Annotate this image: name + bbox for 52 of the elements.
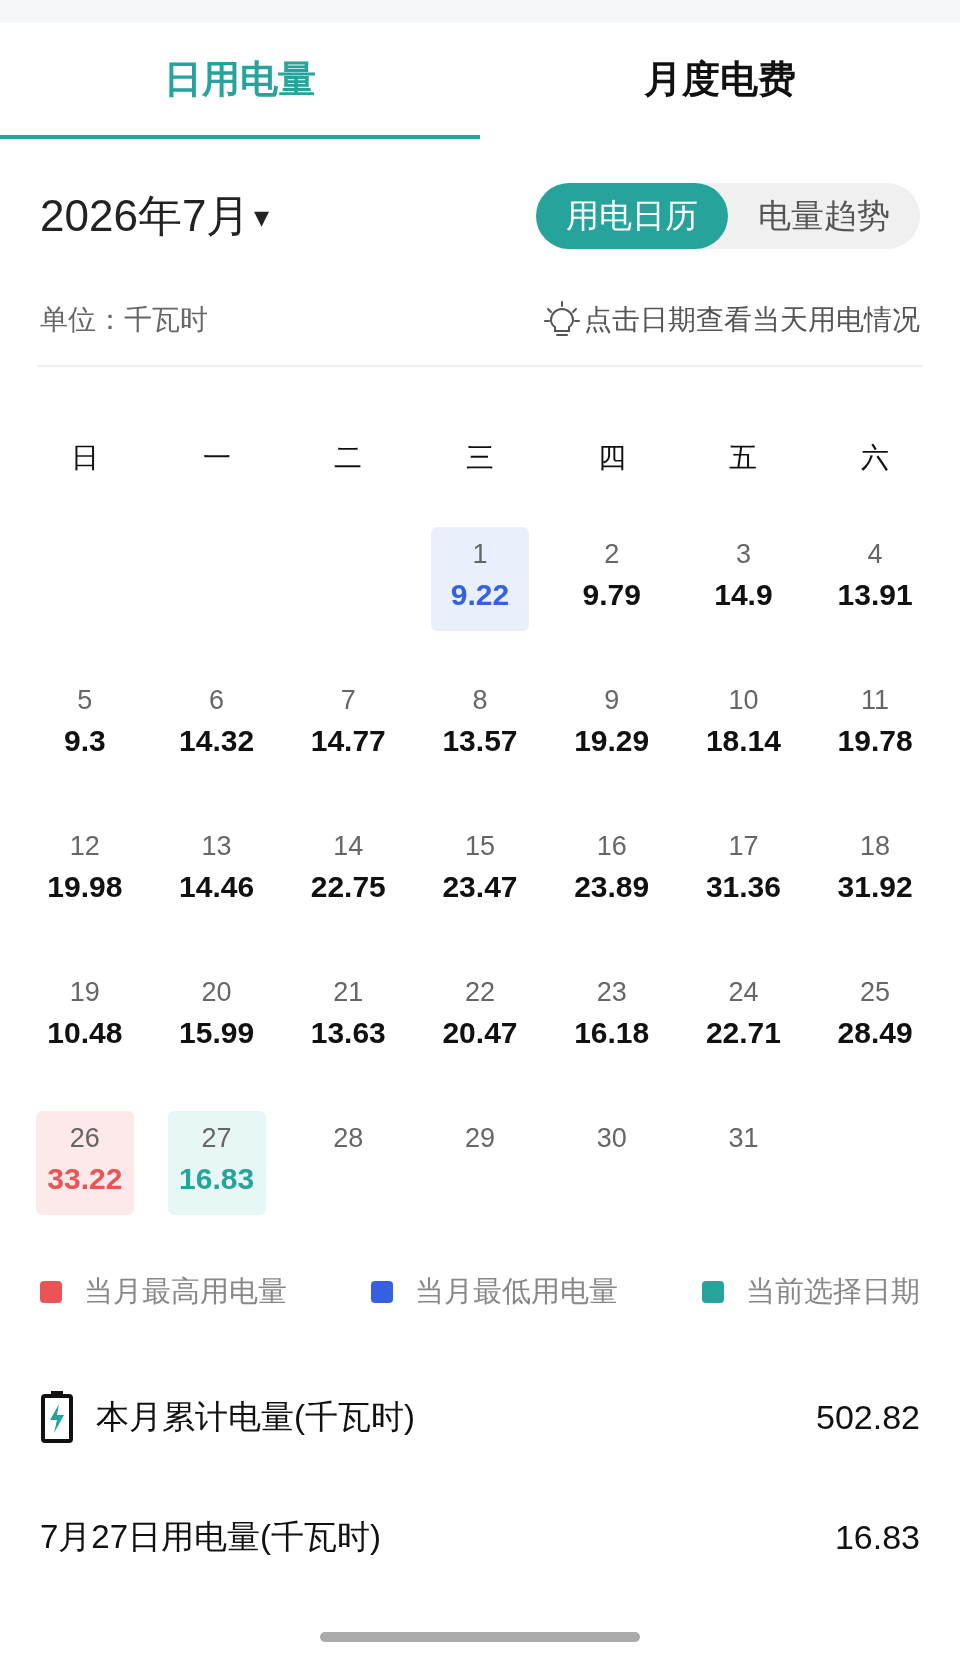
weekday-label: 五 bbox=[729, 441, 758, 475]
calendar-day[interactable]: 5 9.3 bbox=[35, 673, 134, 777]
tab[interactable]: 月度电费 bbox=[480, 23, 960, 139]
calendar-day[interactable]: 31 bbox=[694, 1111, 793, 1215]
calendar-day[interactable]: 22 20.47 bbox=[431, 965, 529, 1069]
calendar-day[interactable]: 10 18.14 bbox=[694, 673, 793, 777]
weekday-label: 三 bbox=[466, 441, 494, 475]
calendar-day[interactable]: 29 bbox=[431, 1111, 529, 1215]
toggle-option[interactable]: 电量趋势 bbox=[728, 183, 920, 249]
weekday-label: 一 bbox=[202, 441, 231, 475]
calendar-day[interactable]: 13 14.46 bbox=[167, 819, 266, 923]
summary-label: 本月累计电量(千瓦时) bbox=[96, 1397, 415, 1438]
calendar-day[interactable]: 14 22.75 bbox=[299, 819, 398, 923]
calendar-day[interactable]: 6 14.32 bbox=[167, 673, 266, 777]
weekday-label: 日 bbox=[70, 441, 99, 475]
calendar-day[interactable]: 2 9.79 bbox=[562, 527, 661, 631]
calendar-day[interactable]: 1 9.22 bbox=[431, 527, 529, 631]
calendar-day[interactable]: 12 19.98 bbox=[35, 819, 134, 923]
calendar-day[interactable]: 15 23.47 bbox=[431, 819, 529, 923]
hint-text: 点击日期查看当天用电情况 bbox=[584, 303, 920, 337]
calendar-day[interactable]: 28 bbox=[299, 1111, 398, 1215]
calendar-day[interactable]: 26 33.22 bbox=[35, 1111, 134, 1215]
legend-label: 当月最低用电量 bbox=[415, 1274, 618, 1310]
weekday-label: 四 bbox=[597, 441, 626, 475]
calendar-day[interactable]: 18 31.92 bbox=[826, 819, 925, 923]
battery-charging-icon bbox=[40, 1390, 74, 1444]
summary-value: 502.82 bbox=[816, 1396, 920, 1438]
calendar-day[interactable]: 11 19.78 bbox=[826, 673, 925, 777]
legend-label: 当前选择日期 bbox=[746, 1274, 920, 1310]
legend-label: 当月最高用电量 bbox=[84, 1274, 287, 1310]
calendar-day[interactable]: 20 15.99 bbox=[167, 965, 266, 1069]
calendar-day[interactable]: 30 bbox=[562, 1111, 661, 1215]
weekday-label: 二 bbox=[334, 441, 363, 475]
calendar-day[interactable]: 3 14.9 bbox=[694, 527, 793, 631]
calendar-day[interactable]: 27 16.83 bbox=[167, 1111, 266, 1215]
calendar-day[interactable]: 21 13.63 bbox=[299, 965, 398, 1069]
calendar-day[interactable]: 7 14.77 bbox=[299, 673, 398, 777]
weekday-label: 六 bbox=[861, 441, 890, 475]
summary-value: 16.83 bbox=[834, 1516, 920, 1558]
summary-label: 7月27日用电量(千瓦时) bbox=[40, 1517, 382, 1558]
calendar-day[interactable]: 9 19.29 bbox=[562, 673, 661, 777]
calendar-day[interactable]: 19 10.48 bbox=[35, 965, 134, 1069]
calendar-day[interactable]: 4 13.91 bbox=[826, 527, 925, 631]
calendar-day[interactable]: 17 31.36 bbox=[694, 819, 793, 923]
lightbulb-icon bbox=[544, 301, 580, 339]
calendar-day[interactable]: 24 22.71 bbox=[694, 965, 793, 1069]
unit-label: 单位：千瓦时 bbox=[40, 303, 208, 337]
calendar-day[interactable]: 16 23.89 bbox=[562, 819, 661, 923]
calendar-day[interactable]: 23 16.18 bbox=[562, 965, 661, 1069]
calendar-day[interactable]: 25 28.49 bbox=[826, 965, 925, 1069]
calendar-day[interactable]: 8 13.57 bbox=[431, 673, 529, 777]
month-picker[interactable]: 2026年7月▾ bbox=[40, 183, 270, 249]
